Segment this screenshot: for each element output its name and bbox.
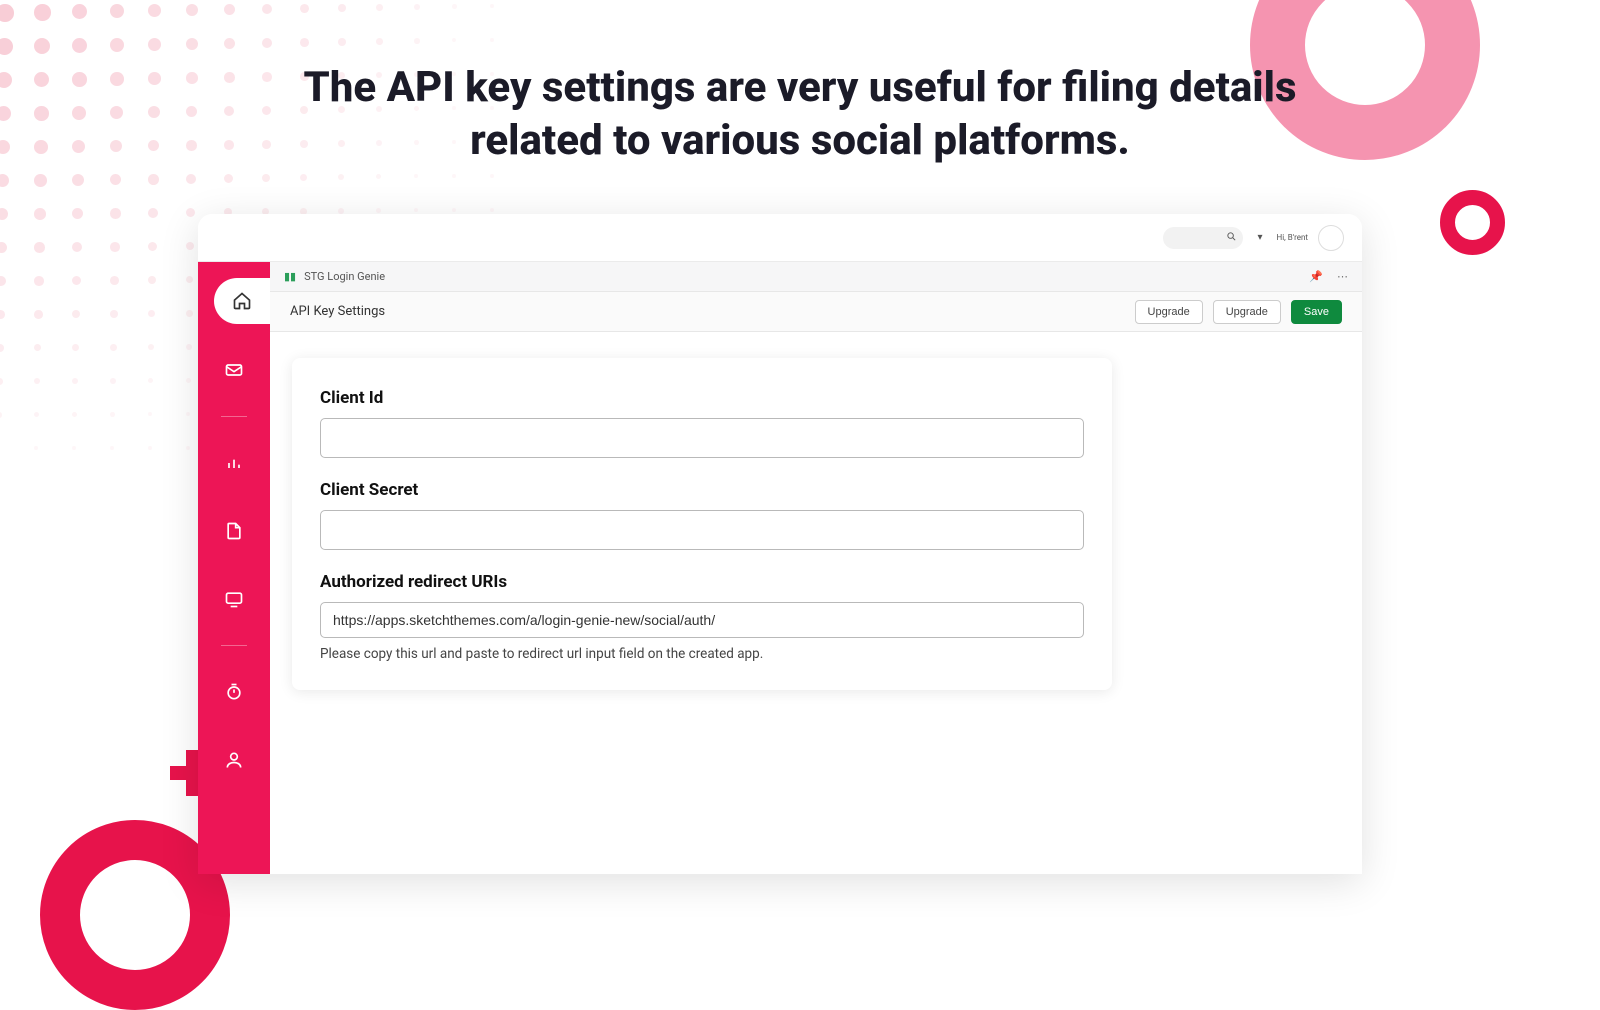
client-id-input[interactable] <box>320 418 1084 458</box>
api-settings-card: Client Id Client Secret Authorized redir… <box>292 358 1112 690</box>
breadcrumb-app-name: STG Login Genie <box>304 270 385 283</box>
save-button[interactable]: Save <box>1291 300 1342 324</box>
breadcrumb: ▮▮ STG Login Genie 📌 ⋯ <box>270 262 1362 292</box>
hero-title: The API key settings are very useful for… <box>0 62 1600 167</box>
content-area[interactable]: Client Id Client Secret Authorized redir… <box>270 332 1362 874</box>
sidebar-item-analytics[interactable] <box>212 441 256 485</box>
title-bar: API Key Settings Upgrade Upgrade Save <box>270 292 1362 332</box>
client-secret-input[interactable] <box>320 510 1084 550</box>
app-icon: ▮▮ <box>284 270 296 283</box>
search-icon <box>1226 231 1237 245</box>
sidebar-item-user[interactable] <box>212 738 256 782</box>
sidebar-item-home[interactable] <box>214 278 270 324</box>
upgrade-button[interactable]: Upgrade <box>1135 300 1203 324</box>
sidebar-separator <box>221 645 247 646</box>
pin-icon[interactable]: 📌 <box>1309 270 1323 283</box>
app-window: ▾ Hi, B'rent <box>198 214 1362 874</box>
avatar[interactable] <box>1318 225 1344 251</box>
redirect-uri-input[interactable] <box>320 602 1084 638</box>
redirect-help-text: Please copy this url and paste to redire… <box>320 646 1084 662</box>
more-icon[interactable]: ⋯ <box>1337 270 1348 283</box>
client-secret-label: Client Secret <box>320 480 1084 500</box>
upgrade-button-2[interactable]: Upgrade <box>1213 300 1281 324</box>
page-title: API Key Settings <box>290 304 385 319</box>
sidebar-separator <box>221 416 247 417</box>
decorative-ring-mid <box>1440 190 1505 255</box>
chevron-down-icon[interactable]: ▾ <box>1253 232 1266 243</box>
redirect-uris-label: Authorized redirect URIs <box>320 572 1084 592</box>
sidebar-item-timer[interactable] <box>212 670 256 714</box>
client-id-label: Client Id <box>320 388 1084 408</box>
greeting-text: Hi, B'rent <box>1276 233 1308 242</box>
topbar: ▾ Hi, B'rent <box>198 214 1362 262</box>
sidebar-item-files[interactable] <box>212 509 256 553</box>
search-input[interactable] <box>1163 227 1243 249</box>
sidebar <box>198 262 270 874</box>
sidebar-item-mail[interactable] <box>212 348 256 392</box>
sidebar-item-display[interactable] <box>212 577 256 621</box>
